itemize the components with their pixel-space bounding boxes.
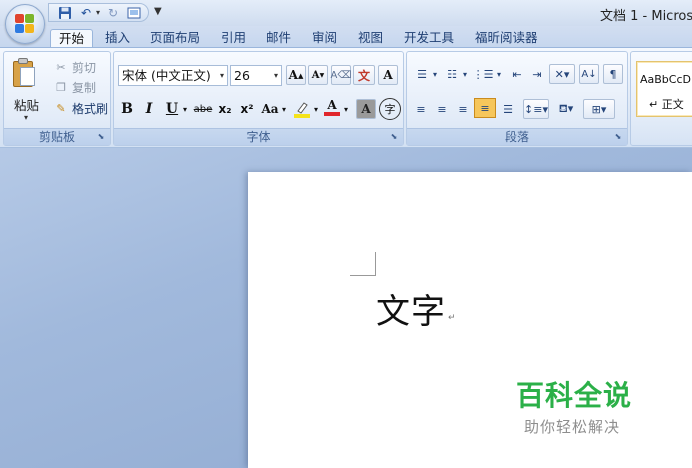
undo-dropdown-icon[interactable]: ▾ bbox=[96, 8, 100, 17]
tab-page-layout[interactable]: 页面布局 bbox=[150, 29, 200, 48]
font-group: 宋体 (中文正文) ▾ 26 ▾ A ▲ A ▼ A⌫ 文 A B I U ▾ abe … bbox=[113, 51, 404, 146]
paragraph-mark: ↵ bbox=[448, 313, 456, 323]
quick-access-toolbar: ↶ ▾ ↻ bbox=[48, 3, 150, 22]
tab-mailings[interactable]: 邮件 bbox=[266, 29, 291, 48]
undo-icon[interactable]: ↶ bbox=[78, 5, 94, 20]
bullets-icon[interactable]: ☰ bbox=[411, 64, 433, 84]
format-painter-icon: ✎ bbox=[56, 102, 66, 115]
document-workspace: 文字 ↵ 百科全说 助你轻松解决 bbox=[0, 148, 692, 468]
italic-button[interactable]: I bbox=[141, 99, 157, 119]
increase-indent-icon[interactable]: ⇥ bbox=[527, 64, 547, 84]
clear-formatting-icon[interactable]: A⌫ bbox=[331, 65, 352, 85]
bold-button[interactable]: B bbox=[119, 99, 135, 119]
tab-view[interactable]: 视图 bbox=[358, 29, 383, 48]
cut-button[interactable]: ✂ 剪切 bbox=[54, 59, 96, 76]
format-painter-label: 格式刷 bbox=[72, 102, 109, 116]
numbering-dropdown-icon[interactable]: ▾ bbox=[461, 64, 469, 84]
font-group-label: 字体 bbox=[114, 128, 403, 145]
scissors-icon: ✂ bbox=[56, 61, 66, 74]
clipboard-dialog-launcher-icon[interactable]: ⬊ bbox=[96, 132, 106, 142]
bullets-dropdown-icon[interactable]: ▾ bbox=[431, 64, 439, 84]
strikethrough-button[interactable]: abe bbox=[192, 99, 214, 119]
copy-button[interactable]: ❐ 复制 bbox=[54, 79, 96, 96]
tab-insert[interactable]: 插入 bbox=[105, 29, 130, 48]
character-shading-button[interactable]: A bbox=[356, 99, 376, 119]
clipboard-group-label: 剪贴板 bbox=[4, 128, 110, 145]
ribbon: 粘贴 ▾ ✂ 剪切 ❐ 复制 ✎ 格式刷 剪贴板 ⬊ 宋体 (中文正文) ▾ 26… bbox=[0, 47, 692, 148]
office-button[interactable] bbox=[5, 4, 45, 44]
tab-review[interactable]: 审阅 bbox=[312, 29, 337, 48]
highlighter-icon bbox=[294, 102, 310, 118]
numbering-icon[interactable]: ☷ bbox=[441, 64, 463, 84]
highlight-color-button[interactable] bbox=[292, 99, 312, 119]
align-center-icon[interactable]: ≡ bbox=[432, 99, 452, 119]
show-marks-icon[interactable]: ¶ bbox=[603, 64, 623, 84]
clipboard-group: 粘贴 ▾ ✂ 剪切 ❐ 复制 ✎ 格式刷 剪贴板 ⬊ bbox=[3, 51, 111, 146]
style-normal-tile[interactable]: AaBbCcD ↵ 正文 bbox=[636, 61, 692, 117]
change-case-button[interactable]: Aa bbox=[260, 99, 280, 119]
format-painter-button[interactable]: ✎ 格式刷 bbox=[54, 100, 108, 117]
multilevel-dropdown-icon[interactable]: ▾ bbox=[495, 64, 503, 84]
paste-icon[interactable] bbox=[13, 58, 37, 88]
document-body-text[interactable]: 文字 bbox=[376, 284, 446, 333]
font-size-dropdown-icon[interactable]: ▾ bbox=[274, 66, 278, 85]
font-dialog-launcher-icon[interactable]: ⬊ bbox=[389, 132, 399, 142]
underline-button[interactable]: U bbox=[164, 99, 180, 119]
paste-button[interactable]: 粘贴 bbox=[14, 95, 39, 114]
office-logo-icon bbox=[15, 14, 35, 34]
title-bar: ↶ ▾ ↻ ▼ 文档 1 - Micros bbox=[0, 0, 692, 26]
cut-label: 剪切 bbox=[72, 61, 97, 75]
line-spacing-icon[interactable]: ↕≡▾ bbox=[523, 99, 549, 119]
watermark-subtitle: 助你轻松解决 bbox=[524, 418, 621, 436]
font-name-combobox[interactable]: 宋体 (中文正文) ▾ bbox=[118, 65, 228, 86]
print-preview-icon[interactable] bbox=[126, 5, 142, 20]
grow-font-button[interactable]: A ▲ bbox=[286, 65, 306, 85]
chinese-layout-icon[interactable]: ✕▾ bbox=[549, 64, 575, 84]
tab-developer[interactable]: 开发工具 bbox=[404, 29, 454, 48]
copy-icon: ❐ bbox=[56, 81, 66, 94]
margin-corner-mark bbox=[350, 252, 376, 276]
underline-dropdown-icon[interactable]: ▾ bbox=[180, 99, 190, 119]
watermark-title: 百科全说 bbox=[516, 379, 633, 412]
highlight-dropdown-icon[interactable]: ▾ bbox=[312, 99, 320, 119]
justify-icon[interactable]: ≡ bbox=[474, 98, 496, 118]
paragraph-group: ☰ ▾ ☷ ▾ ⋮☰ ▾ ⇤ ⇥ ✕▾ A↓ ¶ ≡ ≡ ≡ ≡ ☰ ↕≡▾ ⛾… bbox=[406, 51, 628, 146]
character-border-button[interactable]: A bbox=[378, 65, 398, 85]
shading-icon[interactable]: ⛾▾ bbox=[553, 99, 579, 119]
styles-group: AaBbCcD ↵ 正文 bbox=[630, 51, 692, 146]
customize-quick-access-icon[interactable]: ▼ bbox=[154, 6, 162, 17]
tab-home[interactable]: 开始 bbox=[50, 29, 94, 48]
paragraph-group-label: 段落 bbox=[407, 128, 627, 145]
tab-foxit-reader[interactable]: 福昕阅读器 bbox=[475, 29, 538, 48]
distributed-icon[interactable]: ☰ bbox=[498, 99, 518, 119]
document-page[interactable]: 文字 ↵ 百科全说 助你轻松解决 bbox=[248, 172, 692, 468]
ribbon-tab-bar: 开始 插入 页面布局 引用 邮件 审阅 视图 开发工具 福昕阅读器 bbox=[0, 26, 692, 48]
align-right-icon[interactable]: ≡ bbox=[453, 99, 473, 119]
font-color-swatch bbox=[324, 111, 340, 116]
font-color-dropdown-icon[interactable]: ▾ bbox=[342, 99, 350, 119]
paste-dropdown-icon[interactable]: ▾ bbox=[24, 113, 28, 122]
font-size-combobox[interactable]: 26 ▾ bbox=[230, 65, 282, 86]
subscript-button[interactable]: x₂ bbox=[216, 99, 234, 119]
decrease-indent-icon[interactable]: ⇤ bbox=[507, 64, 527, 84]
style-name-label: ↵ 正文 bbox=[649, 98, 684, 111]
window-title: 文档 1 - Micros bbox=[600, 9, 692, 24]
font-color-button[interactable]: A bbox=[322, 97, 342, 117]
borders-icon[interactable]: ⊞▾ bbox=[583, 99, 615, 119]
align-left-icon[interactable]: ≡ bbox=[411, 99, 431, 119]
shrink-font-button[interactable]: A ▼ bbox=[308, 65, 328, 85]
superscript-button[interactable]: x² bbox=[238, 99, 256, 119]
font-name-dropdown-icon[interactable]: ▾ bbox=[220, 66, 224, 85]
phonetic-guide-button[interactable]: 文 bbox=[353, 65, 375, 85]
multilevel-list-icon[interactable]: ⋮☰ bbox=[471, 64, 495, 84]
save-icon[interactable] bbox=[57, 5, 73, 20]
style-sample-text: AaBbCcD bbox=[640, 73, 691, 86]
paragraph-dialog-launcher-icon[interactable]: ⬊ bbox=[613, 132, 623, 142]
tab-references[interactable]: 引用 bbox=[221, 29, 246, 48]
sort-icon[interactable]: A↓ bbox=[579, 64, 599, 84]
copy-label: 复制 bbox=[72, 81, 97, 95]
change-case-dropdown-icon[interactable]: ▾ bbox=[280, 99, 288, 119]
enclose-characters-button[interactable]: 字 bbox=[379, 98, 401, 120]
redo-icon[interactable]: ↻ bbox=[105, 5, 121, 20]
